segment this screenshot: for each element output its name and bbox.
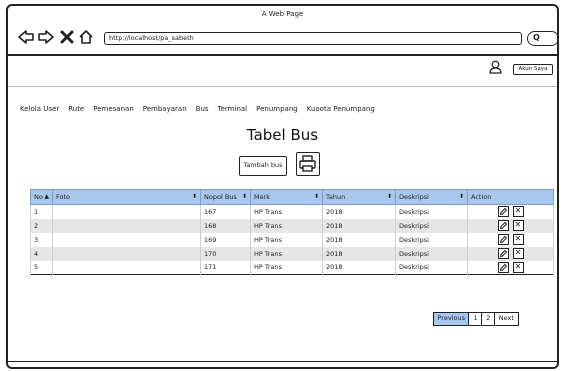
- home-icon[interactable]: [78, 29, 94, 45]
- column-header-foto[interactable]: Foto ⬍: [52, 189, 201, 205]
- table-row: 5 171 HP Trans 2018 Deskripsi ✕: [30, 260, 554, 275]
- edit-icon[interactable]: [497, 261, 509, 273]
- column-header-merk[interactable]: Merk ⬍: [250, 189, 323, 205]
- column-header-deskripsi[interactable]: Deskripsi ⬍: [395, 189, 468, 205]
- table-header-row: No ▲ Foto ⬍ Nopol Bus ⬍ Merk ⬍ Tahun ⬍ Deskri…: [30, 189, 554, 205]
- cell-action: ✕: [467, 232, 554, 247]
- edit-icon[interactable]: [497, 234, 509, 245]
- cell-merk: HP Trans: [250, 218, 323, 233]
- cell-foto: [52, 246, 201, 261]
- cell-deskripsi: Deskripsi: [395, 218, 468, 233]
- search-button[interactable]: Q: [527, 31, 557, 46]
- menu-item-terminal[interactable]: Terminal: [218, 105, 248, 113]
- cell-nopol: 171: [200, 260, 251, 275]
- cell-foto: [52, 232, 201, 247]
- user-icon[interactable]: [489, 60, 502, 74]
- cell-deskripsi: Deskripsi: [395, 246, 468, 261]
- previous-page-button[interactable]: Previous: [432, 312, 470, 326]
- close-icon[interactable]: [59, 29, 75, 45]
- header-divider: [8, 86, 557, 87]
- cell-action: ✕: [467, 260, 554, 275]
- cell-deskripsi: Deskripsi: [395, 232, 468, 247]
- bus-table: No ▲ Foto ⬍ Nopol Bus ⬍ Merk ⬍ Tahun ⬍ Deskri…: [30, 189, 554, 275]
- next-page-button[interactable]: Next: [493, 312, 519, 326]
- sort-icon[interactable]: ⬍: [192, 193, 197, 200]
- menu-item-rute[interactable]: Rute: [68, 105, 84, 113]
- cell-tahun: 2018: [322, 218, 396, 233]
- edit-icon[interactable]: [497, 248, 509, 259]
- column-header-action: Action: [467, 189, 554, 205]
- table-body: 1 167 HP Trans 2018 Deskripsi ✕ 2 168 HP…: [30, 204, 554, 275]
- menu-item-bus[interactable]: Bus: [196, 105, 209, 113]
- sort-icon[interactable]: ⬍: [314, 193, 319, 200]
- cell-action: ✕: [467, 218, 554, 233]
- cell-foto: [52, 204, 201, 219]
- main-menu: Kelola User Rute Pemesanan Pembayaran Bu…: [20, 105, 384, 113]
- cell-action: ✕: [467, 246, 554, 261]
- table-row: 1 167 HP Trans 2018 Deskripsi ✕: [30, 204, 554, 219]
- cell-nopol: 168: [200, 218, 251, 233]
- page-title: Tabel Bus: [246, 126, 319, 144]
- column-header-nopol[interactable]: Nopol Bus ⬍: [200, 189, 251, 205]
- column-header-no[interactable]: No ▲: [30, 189, 53, 205]
- menu-item-kelola-user[interactable]: Kelola User: [20, 105, 59, 113]
- cell-no: 4: [30, 246, 53, 261]
- cell-deskripsi: Deskripsi: [395, 204, 468, 219]
- cell-merk: HP Trans: [250, 232, 323, 247]
- delete-icon[interactable]: ✕: [512, 248, 524, 259]
- menu-item-pemesanan[interactable]: Pemesanan: [93, 105, 134, 113]
- cell-tahun: 2018: [322, 204, 396, 219]
- sort-icon[interactable]: ⬍: [387, 193, 392, 200]
- url-input[interactable]: http://localhost/pa_sabeth: [104, 32, 522, 45]
- search-icon: Q: [533, 33, 540, 42]
- print-button[interactable]: [296, 152, 320, 176]
- browser-window: A Web Page http://localhost/pa_sabeth Q …: [6, 4, 559, 369]
- status-bar: [8, 361, 557, 367]
- back-icon[interactable]: [18, 29, 34, 45]
- delete-icon[interactable]: ✕: [512, 261, 524, 273]
- menu-item-penumpang[interactable]: Penumpang: [256, 105, 298, 113]
- cell-merk: HP Trans: [250, 204, 323, 219]
- table-row: 3 169 HP Trans 2018 Deskripsi ✕: [30, 232, 554, 247]
- cell-tahun: 2018: [322, 232, 396, 247]
- column-header-tahun[interactable]: Tahun ⬍: [322, 189, 396, 205]
- printer-icon: [299, 155, 316, 172]
- menu-item-kuota-penumpang[interactable]: Kuoota Penumpang: [307, 105, 375, 113]
- cell-foto: [52, 218, 201, 233]
- table-row: 4 170 HP Trans 2018 Deskripsi ✕: [30, 246, 554, 261]
- cell-no: 5: [30, 260, 53, 275]
- cell-merk: HP Trans: [250, 246, 323, 261]
- sort-icon[interactable]: ⬍: [459, 193, 464, 200]
- add-bus-button[interactable]: Tambah bus: [239, 156, 287, 176]
- cell-foto: [52, 260, 201, 275]
- edit-icon[interactable]: [497, 220, 509, 231]
- forward-icon[interactable]: [38, 29, 54, 45]
- sort-icon[interactable]: ▲: [44, 193, 49, 200]
- cell-deskripsi: Deskripsi: [395, 260, 468, 275]
- browser-toolbar: http://localhost/pa_sabeth Q: [8, 20, 557, 54]
- cell-no: 2: [30, 218, 53, 233]
- edit-icon[interactable]: [497, 206, 509, 218]
- pagination: Previous 1 2 Next: [432, 312, 519, 326]
- cell-no: 3: [30, 232, 53, 247]
- cell-merk: HP Trans: [250, 260, 323, 275]
- cell-nopol: 170: [200, 246, 251, 261]
- cell-tahun: 2018: [322, 260, 396, 275]
- delete-icon[interactable]: ✕: [512, 234, 524, 245]
- cell-tahun: 2018: [322, 246, 396, 261]
- cell-no: 1: [30, 204, 53, 219]
- account-button[interactable]: Akun Saya: [513, 64, 553, 75]
- sort-icon[interactable]: ⬍: [242, 193, 247, 200]
- menu-item-pembayaran[interactable]: Pembayaran: [143, 105, 187, 113]
- table-row: 2 168 HP Trans 2018 Deskripsi ✕: [30, 218, 554, 233]
- cell-nopol: 169: [200, 232, 251, 247]
- toolbar-divider: [8, 54, 557, 56]
- delete-icon[interactable]: ✕: [512, 220, 524, 231]
- cell-nopol: 167: [200, 204, 251, 219]
- delete-icon[interactable]: ✕: [512, 206, 524, 218]
- cell-action: ✕: [467, 204, 554, 219]
